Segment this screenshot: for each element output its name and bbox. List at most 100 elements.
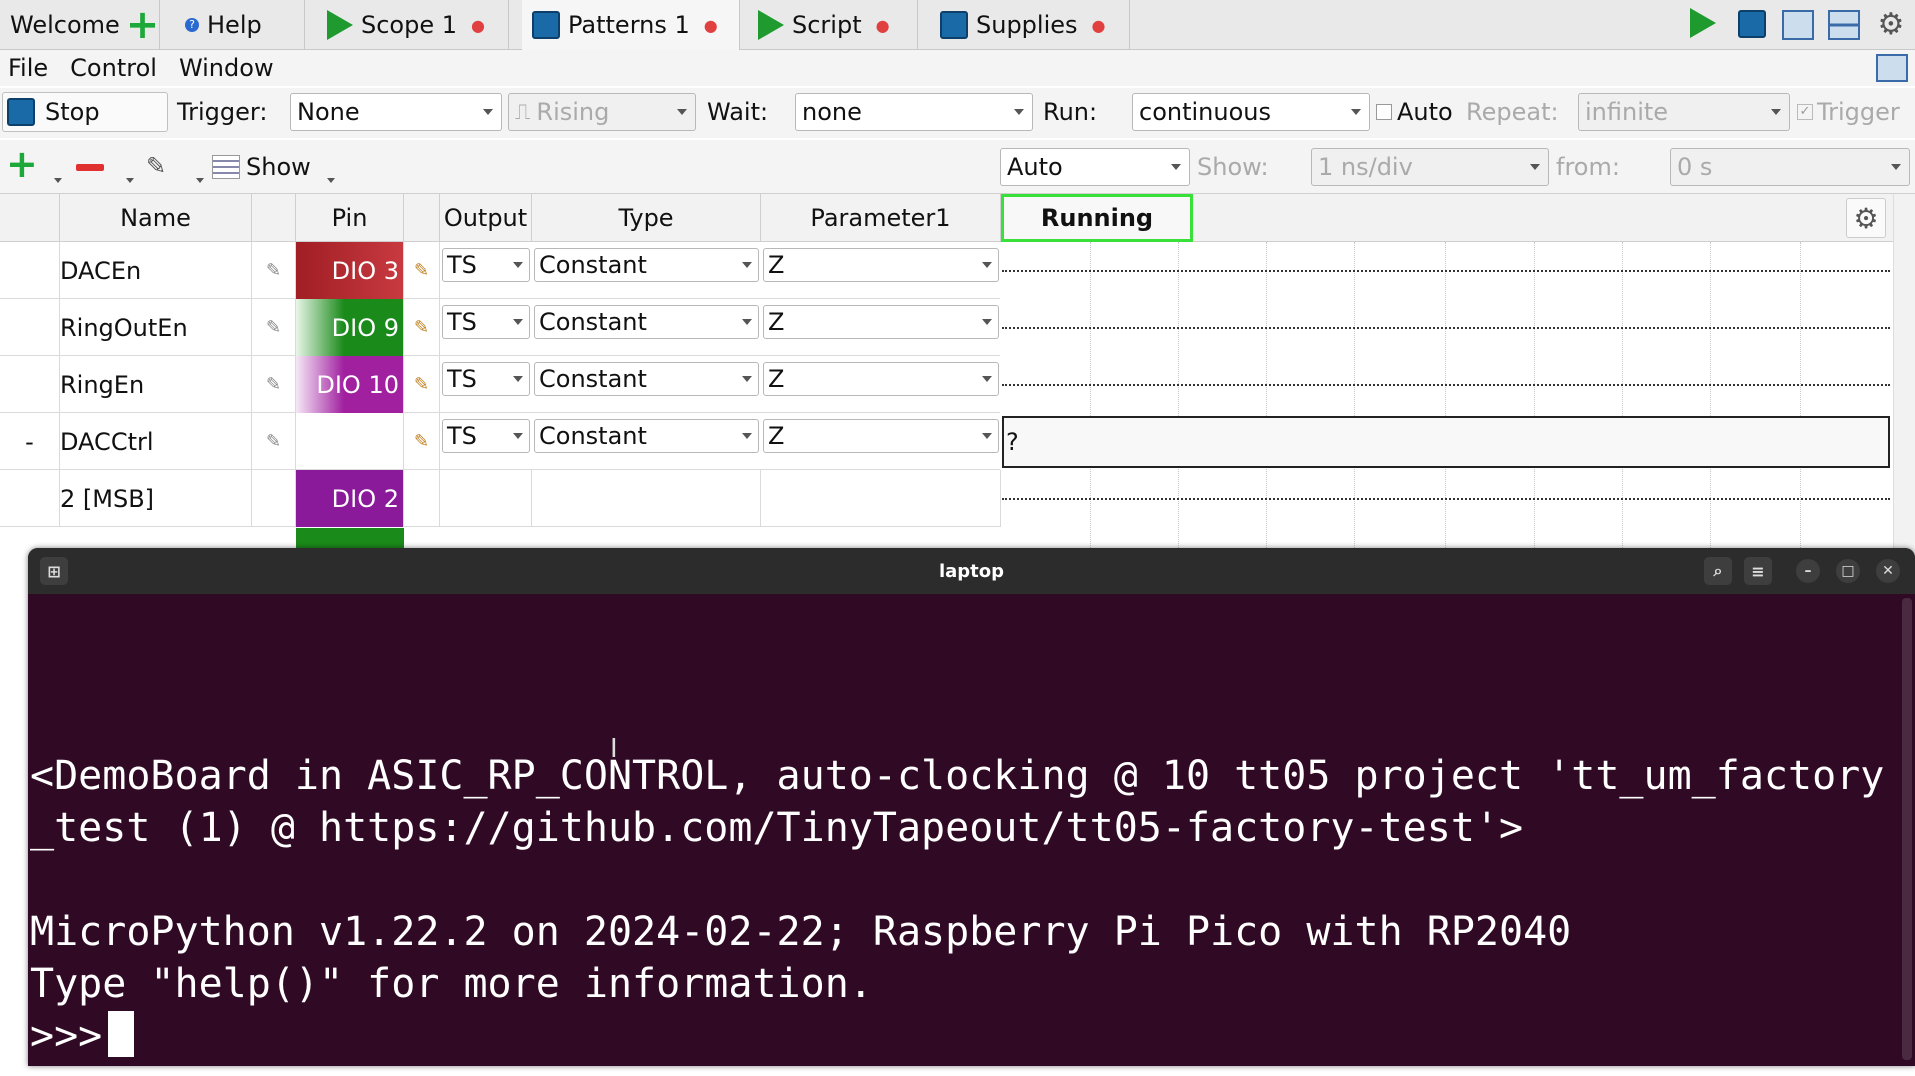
trigger-select[interactable]: None	[290, 93, 502, 131]
pin-badge[interactable]: DIO 10	[296, 356, 404, 413]
plus-icon[interactable]: +	[126, 5, 160, 45]
from-select[interactable]: 0 s	[1670, 148, 1910, 186]
tab-supplies[interactable]: Supplies ●	[930, 0, 1130, 50]
table-row[interactable]: RingOutEn ✎ DIO 9 ✎ TS Constant Z	[0, 299, 1000, 356]
edit-icon[interactable]: ✎	[404, 242, 440, 299]
type-select[interactable]: Constant	[534, 419, 759, 453]
wait-select[interactable]: none	[795, 93, 1033, 131]
chevron-down-icon[interactable]	[327, 178, 335, 183]
type-select[interactable]: Constant	[534, 362, 759, 396]
run-all-button[interactable]	[1690, 8, 1716, 44]
settings-gear-icon[interactable]: ⚙	[1874, 8, 1908, 42]
table-row[interactable]: - DACCtrl ✎ ✎ TS Constant Z	[0, 413, 1000, 470]
tab-bar: Welcome + ? Help Scope 1 ● Patterns 1 ● …	[0, 0, 1915, 50]
repeat-select[interactable]: infinite	[1578, 93, 1790, 131]
terminal-prompt-line[interactable]: >>>	[30, 1010, 1890, 1062]
bus-value: ?	[1006, 428, 1019, 456]
window-mode-icon[interactable]	[1876, 54, 1908, 82]
pin-badge[interactable]: DIO 2	[296, 470, 404, 527]
menu-control[interactable]: Control	[70, 54, 157, 82]
wave-header	[1193, 194, 1893, 242]
table-row[interactable]: 2 [MSB] DIO 2	[0, 470, 1001, 527]
close-icon[interactable]: ●	[704, 16, 718, 35]
signal-name[interactable]: RingOutEn	[60, 299, 252, 356]
run-select[interactable]: continuous	[1132, 93, 1370, 131]
output-select[interactable]: TS	[442, 362, 530, 396]
param-select[interactable]: Z	[763, 362, 999, 396]
header-name[interactable]: Name	[60, 194, 252, 242]
terminal-scrollbar[interactable]	[1902, 598, 1912, 1060]
output-select[interactable]: TS	[442, 248, 530, 282]
stop-square-icon	[532, 11, 560, 39]
tab-welcome[interactable]: Welcome +	[0, 0, 160, 50]
param-select[interactable]: Z	[763, 248, 999, 282]
search-icon[interactable]: ⌕	[1704, 557, 1732, 585]
edit-icon[interactable]: ✎	[146, 152, 166, 180]
hamburger-menu-icon[interactable]: ≡	[1744, 557, 1772, 585]
auto-label: Auto	[1397, 98, 1453, 126]
close-icon[interactable]: ✕	[1876, 559, 1900, 583]
timebase-select[interactable]: 1 ns/div	[1311, 148, 1549, 186]
pin-badge[interactable]: DIO 3	[296, 242, 404, 299]
menu-file[interactable]: File	[8, 54, 48, 82]
tab-scope-1[interactable]: Scope 1 ●	[317, 0, 509, 50]
tab-help[interactable]: ? Help	[175, 0, 305, 50]
signal-name[interactable]: RingEn	[60, 356, 252, 413]
table-row[interactable]: RingEn ✎ DIO 10 ✎ TS Constant Z	[0, 356, 1000, 413]
signal-name[interactable]: 2 [MSB]	[60, 470, 252, 527]
edit-icon[interactable]: ✎	[404, 299, 440, 356]
terminal-titlebar[interactable]: laptop ⊞ ⌕ ≡ – □ ✕	[28, 548, 1915, 594]
table-row[interactable]: DACEn ✎ DIO 3 ✎ TS Constant Z	[0, 242, 1000, 299]
signal-name[interactable]: DACCtrl	[60, 413, 252, 470]
trigger-checkbox[interactable]: ✓	[1797, 104, 1813, 120]
minimize-icon[interactable]: –	[1796, 559, 1820, 583]
close-icon[interactable]: ●	[471, 16, 485, 35]
edit-icon[interactable]: ✎	[252, 413, 296, 470]
collapse-toggle[interactable]: -	[0, 413, 60, 470]
signal-name[interactable]: DACEn	[60, 242, 252, 299]
param-select[interactable]: Z	[763, 419, 999, 453]
remove-signal-button[interactable]	[76, 164, 104, 171]
add-signal-button[interactable]: +	[6, 144, 38, 184]
tab-patterns-1[interactable]: Patterns 1 ●	[522, 0, 740, 50]
header-pin[interactable]: Pin	[296, 194, 404, 242]
edit-icon[interactable]: ✎	[404, 356, 440, 413]
pin-badge[interactable]	[296, 413, 404, 470]
type-select[interactable]: Constant	[534, 305, 759, 339]
chevron-down-icon[interactable]	[54, 178, 62, 183]
edit-icon[interactable]: ✎	[252, 299, 296, 356]
param-select[interactable]: Z	[763, 305, 999, 339]
auto-checkbox[interactable]	[1376, 104, 1392, 120]
maximize-icon[interactable]: □	[1836, 559, 1860, 583]
edge-select[interactable]: ⎍ Rising	[508, 93, 696, 131]
header-parameter1[interactable]: Parameter1	[761, 194, 1001, 242]
chevron-down-icon[interactable]	[196, 178, 204, 183]
header-type[interactable]: Type	[532, 194, 761, 242]
output-select[interactable]: TS	[442, 419, 530, 453]
cascade-windows-icon[interactable]	[1782, 10, 1814, 40]
type-select[interactable]: Constant	[534, 248, 759, 282]
output-select[interactable]: TS	[442, 305, 530, 339]
close-icon[interactable]: ●	[1092, 16, 1106, 35]
zoom-select[interactable]: Auto	[1000, 148, 1190, 186]
menu-window[interactable]: Window	[179, 54, 274, 82]
edit-icon[interactable]: ✎	[404, 413, 440, 470]
header-output[interactable]: Output	[440, 194, 532, 242]
stop-square-icon	[7, 98, 35, 126]
settings-gear-icon[interactable]: ⚙	[1846, 198, 1886, 238]
terminal-window[interactable]: laptop ⊞ ⌕ ≡ – □ ✕ I <DemoBoard in ASIC_…	[28, 548, 1915, 1066]
edit-icon[interactable]: ✎	[252, 242, 296, 299]
grid-scrollbar[interactable]	[1893, 194, 1915, 554]
stop-all-button[interactable]	[1738, 10, 1766, 44]
tab-script[interactable]: Script ●	[748, 0, 918, 50]
stop-button[interactable]: Stop	[2, 92, 168, 132]
edit-icon[interactable]: ✎	[252, 356, 296, 413]
show-menu-button[interactable]: Show	[212, 148, 311, 186]
chevron-down-icon[interactable]	[126, 178, 134, 183]
tile-windows-icon[interactable]	[1828, 10, 1860, 40]
new-tab-icon[interactable]: ⊞	[40, 557, 68, 585]
terminal-output[interactable]: <DemoBoard in ASIC_RP_CONTROL, auto-cloc…	[30, 750, 1890, 1062]
close-icon[interactable]: ●	[876, 16, 890, 35]
pin-badge[interactable]: DIO 9	[296, 299, 404, 356]
waveform-line	[1002, 270, 1890, 272]
